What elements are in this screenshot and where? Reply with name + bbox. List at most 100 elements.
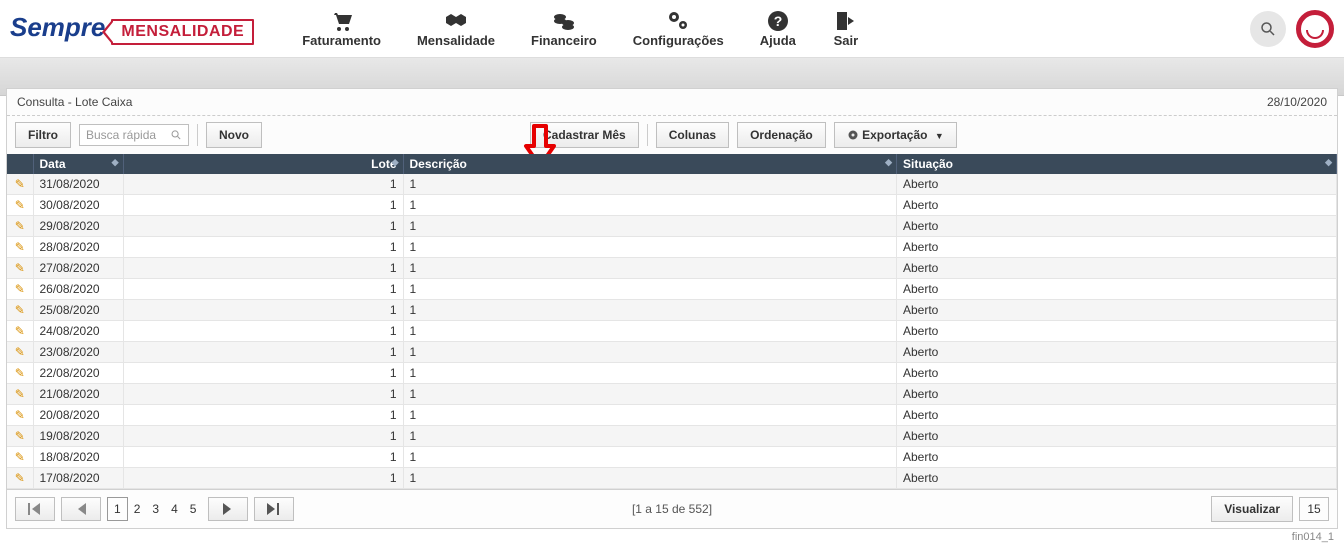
table-row[interactable]: ✎24/08/202011Aberto: [7, 321, 1337, 342]
table-row[interactable]: ✎23/08/202011Aberto: [7, 342, 1337, 363]
gear-icon: [847, 129, 859, 141]
cell-descricao: 1: [403, 216, 897, 237]
nav-label: Financeiro: [531, 33, 597, 48]
ordenacao-button[interactable]: Ordenação: [737, 122, 826, 148]
cell-data: 19/08/2020: [33, 426, 123, 447]
edit-cell[interactable]: ✎: [7, 174, 33, 195]
pencil-icon: ✎: [15, 408, 25, 422]
pager-prev-button[interactable]: [61, 497, 101, 521]
logo-text: Sempre: [10, 12, 105, 43]
table-row[interactable]: ✎18/08/202011Aberto: [7, 447, 1337, 468]
table-row[interactable]: ✎22/08/202011Aberto: [7, 363, 1337, 384]
cell-situacao: Aberto: [897, 258, 1337, 279]
quick-search[interactable]: [79, 124, 189, 146]
topbar: Sempre MENSALIDADE Faturamento Mensalida…: [0, 0, 1344, 58]
edit-cell[interactable]: ✎: [7, 342, 33, 363]
toolbar: Filtro Novo Cadastrar Mês Colunas Ordena…: [7, 116, 1337, 154]
panel-lote-caixa: Consulta - Lote Caixa 28/10/2020 Filtro …: [6, 88, 1338, 529]
cell-descricao: 1: [403, 300, 897, 321]
nav-sair[interactable]: Sair: [814, 5, 878, 52]
data-grid: Data◆ Lote◆ Descrição◆ Situação◆ ✎31/08/…: [7, 154, 1337, 489]
edit-cell[interactable]: ✎: [7, 258, 33, 279]
colunas-button[interactable]: Colunas: [656, 122, 729, 148]
pager-page-3[interactable]: 3: [146, 498, 165, 520]
exportacao-label: Exportação: [862, 128, 927, 142]
nav-mensalidade[interactable]: Mensalidade: [399, 5, 513, 52]
col-situacao-header[interactable]: Situação◆: [897, 154, 1337, 174]
cell-data: 29/08/2020: [33, 216, 123, 237]
table-row[interactable]: ✎31/08/202011Aberto: [7, 174, 1337, 195]
cell-data: 22/08/2020: [33, 363, 123, 384]
edit-cell[interactable]: ✎: [7, 447, 33, 468]
edit-cell[interactable]: ✎: [7, 300, 33, 321]
edit-cell[interactable]: ✎: [7, 426, 33, 447]
cell-descricao: 1: [403, 279, 897, 300]
cell-descricao: 1: [403, 426, 897, 447]
cell-data: 20/08/2020: [33, 405, 123, 426]
cell-lote: 1: [123, 342, 403, 363]
nav-financeiro[interactable]: Financeiro: [513, 5, 615, 52]
exportacao-dropdown[interactable]: Exportação ▼: [834, 122, 957, 148]
cell-descricao: 1: [403, 468, 897, 489]
pager-page-2[interactable]: 2: [128, 498, 147, 520]
table-row[interactable]: ✎17/08/202011Aberto: [7, 468, 1337, 489]
table-row[interactable]: ✎25/08/202011Aberto: [7, 300, 1337, 321]
chat-support-button[interactable]: [1296, 10, 1334, 48]
table-row[interactable]: ✎27/08/202011Aberto: [7, 258, 1337, 279]
nav-faturamento[interactable]: Faturamento: [284, 5, 399, 52]
page-size-input[interactable]: 15: [1299, 497, 1329, 521]
cell-lote: 1: [123, 195, 403, 216]
table-row[interactable]: ✎29/08/202011Aberto: [7, 216, 1337, 237]
separator: [647, 124, 648, 146]
pager-page-5[interactable]: 5: [184, 498, 203, 520]
novo-button[interactable]: Novo: [206, 122, 262, 148]
pager-page-1[interactable]: 1: [107, 497, 128, 521]
global-search-button[interactable]: [1250, 11, 1286, 47]
edit-cell[interactable]: ✎: [7, 195, 33, 216]
edit-cell[interactable]: ✎: [7, 405, 33, 426]
pager-page-4[interactable]: 4: [165, 498, 184, 520]
cell-data: 18/08/2020: [33, 447, 123, 468]
table-row[interactable]: ✎28/08/202011Aberto: [7, 237, 1337, 258]
last-page-icon: [267, 503, 281, 515]
sort-icon: ◆: [1325, 157, 1332, 168]
col-data-header[interactable]: Data◆: [33, 154, 123, 174]
edit-cell[interactable]: ✎: [7, 363, 33, 384]
edit-cell[interactable]: ✎: [7, 384, 33, 405]
edit-cell[interactable]: ✎: [7, 468, 33, 489]
pencil-icon: ✎: [15, 198, 25, 212]
table-row[interactable]: ✎19/08/202011Aberto: [7, 426, 1337, 447]
pager-first-button[interactable]: [15, 497, 55, 521]
coins-icon: [550, 9, 578, 33]
search-icon: [170, 128, 182, 142]
col-lote-header[interactable]: Lote◆: [123, 154, 403, 174]
edit-cell[interactable]: ✎: [7, 216, 33, 237]
cell-situacao: Aberto: [897, 321, 1337, 342]
cell-lote: 1: [123, 426, 403, 447]
pager-last-button[interactable]: [254, 497, 294, 521]
pager-next-button[interactable]: [208, 497, 248, 521]
quick-search-input[interactable]: [86, 128, 170, 142]
table-row[interactable]: ✎26/08/202011Aberto: [7, 279, 1337, 300]
cell-situacao: Aberto: [897, 279, 1337, 300]
nav-configuracoes[interactable]: Configurações: [615, 5, 742, 52]
nav-label: Ajuda: [760, 33, 796, 48]
col-edit-header: [7, 154, 33, 174]
edit-cell[interactable]: ✎: [7, 237, 33, 258]
table-row[interactable]: ✎20/08/202011Aberto: [7, 405, 1337, 426]
edit-cell[interactable]: ✎: [7, 321, 33, 342]
edit-cell[interactable]: ✎: [7, 279, 33, 300]
cart-icon: [328, 9, 356, 33]
col-descricao-header[interactable]: Descrição◆: [403, 154, 897, 174]
cell-lote: 1: [123, 447, 403, 468]
cell-lote: 1: [123, 279, 403, 300]
exit-icon: [832, 9, 860, 33]
cadastrar-mes-button[interactable]: Cadastrar Mês: [530, 122, 639, 148]
filtro-button[interactable]: Filtro: [15, 122, 71, 148]
visualizar-button[interactable]: Visualizar: [1211, 496, 1293, 522]
table-row[interactable]: ✎21/08/202011Aberto: [7, 384, 1337, 405]
chevron-down-icon: ▼: [935, 131, 944, 141]
table-row[interactable]: ✎30/08/202011Aberto: [7, 195, 1337, 216]
nav-ajuda[interactable]: ? Ajuda: [742, 5, 814, 52]
cell-lote: 1: [123, 258, 403, 279]
